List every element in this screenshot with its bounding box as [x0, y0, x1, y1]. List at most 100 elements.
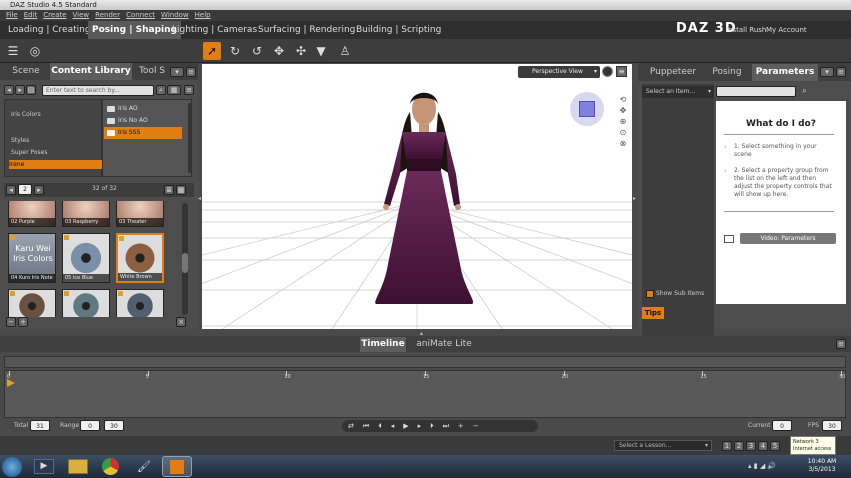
view-selector[interactable]: Perspective View ▾ [518, 66, 600, 78]
rotate-tool-icon[interactable]: ↻ [226, 42, 244, 60]
universal-tool-icon[interactable]: ↺ [248, 42, 266, 60]
lesson-page[interactable]: 3 [746, 441, 756, 451]
search-icon[interactable]: ⌕ [802, 86, 807, 96]
figure-tool-icon[interactable]: ♙ [336, 42, 354, 60]
thumbnail-item[interactable]: Karu Wei Iris Colors 04 Kuro Iris Note [8, 233, 56, 283]
step-back-icon[interactable]: ◂ [391, 422, 404, 430]
parameter-filter-input[interactable] [716, 86, 796, 97]
page-number-field[interactable]: 2 [18, 184, 32, 195]
lesson-page[interactable]: 5 [770, 441, 780, 451]
explorer-icon[interactable] [68, 459, 88, 474]
loop-icon[interactable]: ⇄ [348, 422, 363, 430]
media-player-icon[interactable]: ▶ [34, 459, 54, 474]
total-frames-field[interactable]: 31 [30, 420, 50, 431]
range-start-field[interactable]: 0 [80, 420, 100, 431]
tree-item[interactable]: Styles [11, 136, 103, 145]
add-key-icon[interactable]: + [458, 422, 473, 430]
tab-building-scripting[interactable]: Building | Scripting [352, 21, 445, 39]
tab-content-library[interactable]: Content Library [50, 63, 132, 80]
folder-scrollbar[interactable] [188, 103, 192, 173]
thumbnail-item[interactable] [116, 289, 164, 317]
pane-menu-icon[interactable]: ≡ [836, 67, 846, 77]
menu-create[interactable]: Create [43, 11, 66, 19]
lesson-page[interactable]: 4 [758, 441, 768, 451]
library-menu-icon[interactable]: ≡ [184, 85, 194, 95]
tab-surfacing-rendering[interactable]: Surfacing | Rendering [254, 21, 359, 39]
thumbnail-item[interactable]: 03 Raspberry [62, 201, 110, 227]
thumbnail-item-selected[interactable]: White Brown [116, 233, 164, 283]
search-options-icon[interactable]: ▤ [26, 85, 36, 95]
back-icon[interactable]: ◂ [4, 85, 14, 95]
menu-render[interactable]: Render [95, 11, 120, 19]
list-view-icon[interactable]: ≣ [164, 185, 174, 195]
install-link[interactable]: Install Rush [726, 26, 766, 34]
pane-toggle-icon[interactable]: ☰ [4, 42, 22, 60]
icon-view-icon[interactable]: ▦ [176, 185, 186, 195]
prev-page-icon[interactable]: ◂ [6, 185, 16, 195]
zoom-icon[interactable]: ⊕ [618, 116, 628, 127]
fps-field[interactable]: 30 [822, 420, 842, 431]
view-mode-icon[interactable]: ▦ [167, 85, 181, 95]
collapse-icon[interactable]: − [6, 317, 16, 327]
play-icon[interactable]: ▶ [403, 422, 417, 430]
pane-menu-icon[interactable]: ≡ [836, 339, 846, 349]
menu-connect[interactable]: Connect [126, 11, 155, 19]
content-search-input[interactable]: Enter text to search by... [42, 85, 154, 96]
thumbnail-item[interactable]: 05 Ice Blue [62, 233, 110, 283]
thumbnail-item[interactable] [62, 289, 110, 317]
tab-puppeteer[interactable]: Puppeteer [642, 64, 704, 81]
paint-icon[interactable]: 🖌 [134, 459, 154, 474]
collapse-right-icon[interactable]: ▸ [633, 195, 636, 202]
tab-loading-creating[interactable]: Loading | Creating [4, 21, 95, 39]
node-selection-tool-icon[interactable]: ➚ [203, 42, 221, 60]
figure[interactable] [375, 92, 474, 304]
3d-viewport[interactable]: Perspective View ▾ ≡ ⟲ ✥ ⊕ ⊙ ⊗ [202, 64, 632, 329]
remove-key-icon[interactable]: − [473, 422, 488, 430]
tab-animate-lite[interactable]: aniMate Lite [414, 337, 474, 352]
skip-start-icon[interactable]: ⏮ [363, 422, 378, 430]
pane-options-icon[interactable]: ▾ [820, 67, 834, 77]
translate-tool-icon[interactable]: ✥ [270, 42, 288, 60]
viewport-menu-icon[interactable]: ≡ [616, 66, 627, 77]
tree-item-selected[interactable]: Irene [9, 160, 107, 169]
pan-icon[interactable]: ✥ [618, 105, 628, 116]
lesson-page[interactable]: 1 [722, 441, 732, 451]
clock[interactable]: 10:40 AM 3/5/2013 [800, 458, 844, 474]
thumbnail-item[interactable]: 02 Purple [8, 201, 56, 227]
frame-icon[interactable]: ⊗ [618, 138, 628, 149]
lesson-page[interactable]: 2 [734, 441, 744, 451]
view-cube-icon[interactable] [570, 92, 604, 126]
show-sub-items-checkbox[interactable] [646, 290, 654, 298]
tab-scene[interactable]: Scene [4, 63, 48, 80]
range-end-field[interactable]: 30 [104, 420, 124, 431]
viewport-settings-icon[interactable]: ◎ [26, 42, 44, 60]
collapse-left-icon[interactable]: ◂ [198, 195, 201, 202]
menu-view[interactable]: View [73, 11, 90, 19]
chrome-icon[interactable] [102, 458, 119, 475]
skip-end-icon[interactable]: ⏭ [443, 422, 458, 430]
tree-item[interactable]: Iris Colors [11, 110, 103, 119]
tab-parameters[interactable]: Parameters [752, 64, 818, 81]
thumbnail-scrollbar[interactable] [182, 203, 188, 315]
menu-help[interactable]: Help [195, 11, 211, 19]
scrollbar-thumb[interactable] [182, 253, 188, 273]
orbit-icon[interactable]: ⟲ [618, 94, 628, 105]
close-preview-icon[interactable]: × [176, 317, 186, 327]
step-forward-icon[interactable]: ▸ [418, 422, 431, 430]
thumbnail-item[interactable]: 03 Theater [116, 201, 164, 227]
pane-options-icon[interactable]: ▾ [170, 67, 184, 77]
draw-style-icon[interactable] [602, 66, 613, 77]
expand-icon[interactable]: + [18, 317, 28, 327]
pane-menu-icon[interactable]: ≡ [186, 67, 196, 77]
menu-edit[interactable]: Edit [24, 11, 38, 19]
forward-icon[interactable]: ▸ [15, 85, 25, 95]
content-search-icon[interactable]: ⌕ [156, 85, 166, 95]
tray-icons[interactable]: ▴ ▮ ◢ 🔊 [748, 462, 776, 470]
next-page-icon[interactable]: ▸ [34, 185, 44, 195]
item-selector[interactable]: Select an Item... ▾ [642, 86, 714, 98]
folder-item[interactable]: Iris AO [104, 103, 182, 115]
next-key-icon[interactable]: ⏵ [430, 422, 443, 430]
menu-window[interactable]: Window [161, 11, 189, 19]
video-parameters-button[interactable]: Video: Parameters [740, 233, 836, 244]
folder-item[interactable]: Iris No AO [104, 115, 182, 127]
